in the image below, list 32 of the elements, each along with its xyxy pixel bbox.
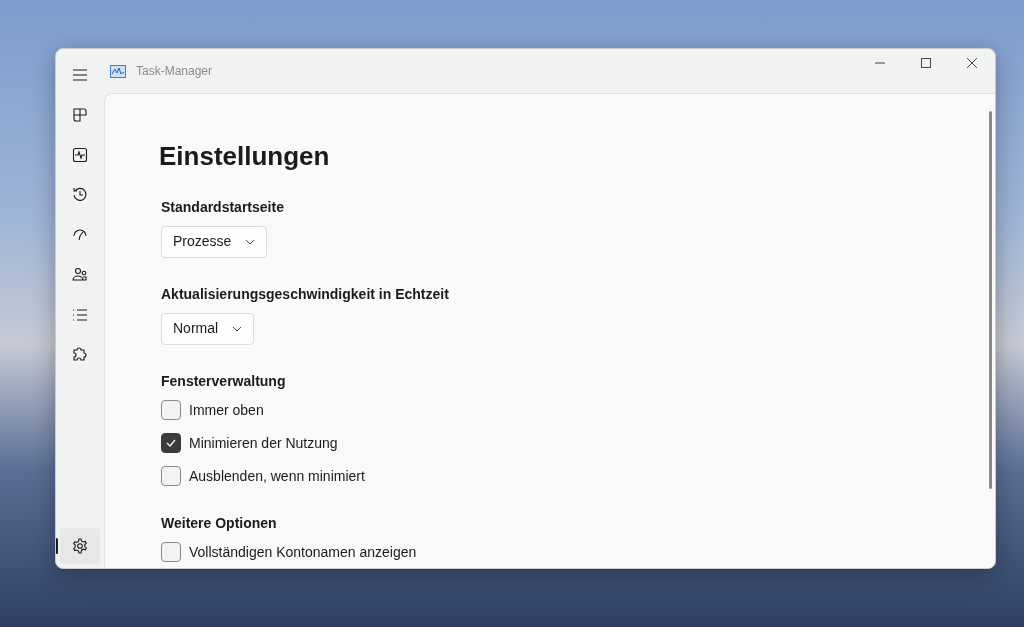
puzzle-icon bbox=[72, 347, 88, 363]
chevron-down-icon bbox=[245, 238, 256, 245]
checkbox-label: Minimieren der Nutzung bbox=[189, 433, 338, 453]
scrollbar[interactable] bbox=[989, 111, 992, 489]
grid-icon bbox=[72, 107, 88, 123]
users-icon bbox=[72, 267, 88, 283]
dropdown[interactable]: Prozesse bbox=[161, 225, 268, 258]
close-icon bbox=[966, 57, 978, 69]
section-heading: Fensterverwaltung bbox=[161, 371, 287, 391]
checkbox-label: Ausblenden, wenn minimiert bbox=[189, 466, 365, 486]
page-title: Einstellungen bbox=[159, 142, 331, 171]
maximize-icon bbox=[920, 57, 932, 69]
checkbox[interactable] bbox=[161, 400, 181, 421]
app-logo-icon bbox=[110, 64, 126, 78]
gauge-icon bbox=[72, 227, 88, 243]
list-icon bbox=[72, 307, 88, 323]
section-heading: Aktualisierungsgeschwindigkeit in Echtzeit bbox=[161, 284, 450, 304]
section-heading: Standardstartseite bbox=[161, 197, 285, 217]
window-title: Task-Manager bbox=[136, 63, 213, 80]
menu-icon bbox=[72, 67, 88, 83]
settings-icon bbox=[72, 538, 88, 554]
history-icon bbox=[72, 187, 88, 203]
dropdown[interactable]: Normal bbox=[161, 312, 255, 345]
checkmark-icon bbox=[166, 439, 176, 448]
section-heading: Weitere Optionen bbox=[161, 513, 278, 533]
pulse-icon bbox=[72, 147, 88, 163]
checkbox[interactable] bbox=[161, 542, 181, 563]
checkbox[interactable] bbox=[161, 433, 181, 454]
checkbox-label: Immer oben bbox=[189, 400, 264, 420]
checkbox[interactable] bbox=[161, 466, 181, 487]
checkbox-label: Vollständigen Kontonamen anzeigen bbox=[189, 542, 417, 562]
chevron-down-icon bbox=[232, 325, 243, 332]
